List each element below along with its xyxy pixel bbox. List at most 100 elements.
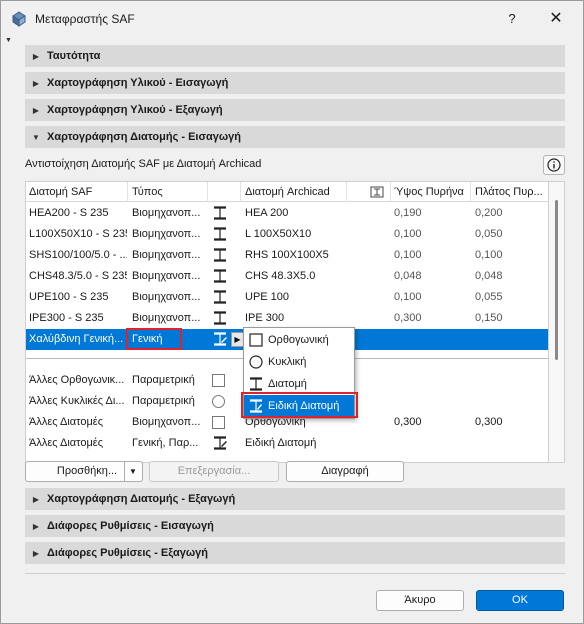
table-row[interactable]: Άλλες Διατομές Γενική, Παρ... Ειδική Δια… xyxy=(26,433,548,454)
type-cell: Βιομηχανοπ... xyxy=(132,207,201,219)
section-label: Ταυτότητα xyxy=(47,50,101,62)
edit-button[interactable]: Επεξεργασία... xyxy=(149,461,279,482)
core-width-cell: 0,100 xyxy=(475,249,503,261)
section-label: Διάφορες Ρυθμίσεις - Εξαγωγή xyxy=(47,547,208,559)
table-row[interactable]: L100X50X10 - S 235 Βιομηχανοπ... L 100X5… xyxy=(26,224,548,245)
title-bar: Μεταφραστής SAF ? ✕ xyxy=(1,1,583,37)
archicad-profile-cell: L 100X50X10 xyxy=(245,228,312,240)
section-label: Διάφορες Ρυθμίσεις - Εισαγωγή xyxy=(47,520,214,532)
table-row[interactable]: IPE300 - S 235 Βιομηχανοπ... IPE 300 0,3… xyxy=(26,308,548,329)
rectangular-checkbox-icon[interactable] xyxy=(212,374,225,387)
footer-divider xyxy=(25,573,565,574)
type-cell: Βιομηχανοπ... xyxy=(132,291,201,303)
archicad-profile-cell: UPE 100 xyxy=(245,291,290,303)
table-row[interactable]: SHS100/100/5.0 - ... Βιομηχανοπ... RHS 1… xyxy=(26,245,548,266)
scrollbar-thumb[interactable] xyxy=(555,200,558,360)
cancel-button[interactable]: Άκυρο xyxy=(376,590,464,611)
info-icon xyxy=(547,158,561,172)
type-cell: Παραμετρική xyxy=(132,374,195,386)
type-cell: Βιομηχανοπ... xyxy=(132,312,201,324)
section-label: Χαρτογράφηση Διατομής - Εισαγωγή xyxy=(47,131,242,143)
type-cell: Βιομηχανοπ... xyxy=(132,249,201,261)
saf-profile-cell: Χαλύβδινη Γενική... xyxy=(29,333,124,345)
section-label: Χαρτογράφηση Διατομής - Εξαγωγή xyxy=(47,493,236,505)
section-label: Χαρτογράφηση Υλικού - Εξαγωγή xyxy=(47,104,223,116)
core-width-cell: 0,055 xyxy=(475,291,503,303)
saf-profile-cell: Άλλες Ορθογωνικ... xyxy=(29,374,125,386)
core-height-cell: 0,100 xyxy=(394,249,422,261)
section-material-import[interactable]: ▶ Χαρτογράφηση Υλικού - Εισαγωγή xyxy=(25,72,565,94)
saf-profile-cell: UPE100 - S 235 xyxy=(29,291,109,303)
window-title: Μεταφραστής SAF xyxy=(35,12,135,26)
i-beam-icon xyxy=(214,206,226,220)
delete-button[interactable]: Διαγραφή xyxy=(286,461,404,482)
archicad-profile-cell: Ειδική Διατομή xyxy=(245,437,317,449)
chevron-down-icon[interactable]: ▼ xyxy=(129,462,137,481)
special-profile-icon xyxy=(214,436,227,450)
special-profile-icon xyxy=(214,332,227,346)
expand-arrow-icon: ▶ xyxy=(32,494,40,504)
type-highlight-box xyxy=(126,328,182,350)
i-beam-icon xyxy=(214,311,226,325)
col-saf-profile[interactable]: Διατομή SAF xyxy=(29,186,92,198)
popup-item-rectangular[interactable]: Ορθογωνική xyxy=(244,329,354,351)
col-core-height[interactable]: Ύψος Πυρήνα xyxy=(394,186,464,198)
circular-profile-icon[interactable] xyxy=(212,395,225,408)
popup-item-circular[interactable]: Κυκλική xyxy=(244,351,354,373)
i-beam-icon xyxy=(214,269,226,283)
core-height-cell: 0,300 xyxy=(394,416,422,428)
expand-arrow-icon: ▶ xyxy=(32,105,40,115)
section-material-export[interactable]: ▶ Χαρτογράφηση Υλικού - Εξαγωγή xyxy=(25,99,565,121)
core-width-cell: 0,150 xyxy=(475,312,503,324)
section-profile-export[interactable]: ▶ Χαρτογράφηση Διατομής - Εξαγωγή xyxy=(25,488,565,510)
core-height-cell: 0,100 xyxy=(394,228,422,240)
archicad-profile-cell: RHS 100X100X5 xyxy=(245,249,329,261)
profile-mapping-table: Διατομή SAF Τύπος Διατομή Archicad Ύψος … xyxy=(25,181,549,463)
core-width-cell: 0,200 xyxy=(475,207,503,219)
circle-icon xyxy=(249,355,263,369)
table-scrollbar[interactable] xyxy=(549,181,565,463)
popup-item-label: Διατομή xyxy=(268,378,307,390)
archicad-profile-cell: HEA 200 xyxy=(245,207,289,219)
app-icon xyxy=(12,11,26,27)
rectangular-profile-icon[interactable] xyxy=(212,416,225,429)
info-button[interactable] xyxy=(543,155,565,175)
i-beam-icon xyxy=(214,227,226,241)
type-cell: Βιομηχανοπ... xyxy=(132,416,201,428)
type-cell: Παραμετρική xyxy=(132,395,195,407)
add-button[interactable]: Προσθήκη... ▼ xyxy=(25,461,143,482)
table-row[interactable]: CHS48.3/5.0 - S 235 Βιομηχανοπ... CHS 48… xyxy=(26,266,548,287)
i-beam-icon xyxy=(214,290,226,304)
core-width-cell: 0,050 xyxy=(475,228,503,240)
profile-preview-icon xyxy=(370,186,384,198)
ok-button[interactable]: ΟΚ xyxy=(476,590,564,611)
section-misc-import[interactable]: ▶ Διάφορες Ρυθμίσεις - Εισαγωγή xyxy=(25,515,565,537)
core-width-cell: 0,048 xyxy=(475,270,503,282)
col-core-width[interactable]: Πλάτος Πυρ... xyxy=(475,186,543,198)
table-row[interactable]: UPE100 - S 235 Βιομηχανοπ... UPE 100 0,1… xyxy=(26,287,548,308)
saf-profile-cell: SHS100/100/5.0 - ... xyxy=(29,249,127,261)
collapse-arrow-icon[interactable]: ▼ xyxy=(5,37,12,44)
popup-item-label: Κυκλική xyxy=(268,356,307,368)
expand-arrow-icon: ▶ xyxy=(32,548,40,558)
section-label: Χαρτογράφηση Υλικού - Εισαγωγή xyxy=(47,77,229,89)
section-misc-export[interactable]: ▶ Διάφορες Ρυθμίσεις - Εξαγωγή xyxy=(25,542,565,564)
section-identity[interactable]: ▶ Ταυτότητα xyxy=(25,45,565,67)
i-beam-icon xyxy=(214,248,226,262)
table-row[interactable]: HEA200 - S 235 Βιομηχανοπ... HEA 200 0,1… xyxy=(26,203,548,224)
saf-profile-cell: L100X50X10 - S 235 xyxy=(29,228,127,240)
saf-profile-cell: IPE300 - S 235 xyxy=(29,312,104,324)
saf-translator-dialog: Μεταφραστής SAF ? ✕ ▼ ▶ Ταυτότητα ▶ Χαρτ… xyxy=(0,0,584,624)
col-type[interactable]: Τύπος xyxy=(132,186,163,198)
section-profile-import[interactable]: ▼ Χαρτογράφηση Διατομής - Εισαγωγή xyxy=(25,126,565,148)
help-button[interactable]: ? xyxy=(501,8,523,30)
core-height-cell: 0,100 xyxy=(394,291,422,303)
col-archicad-profile[interactable]: Διατομή Archicad xyxy=(245,186,330,198)
core-width-cell: 0,300 xyxy=(475,416,503,428)
saf-profile-cell: Άλλες Διατομές xyxy=(29,416,103,428)
collapse-arrow-icon: ▼ xyxy=(32,132,40,142)
archicad-profile-cell: IPE 300 xyxy=(245,312,285,324)
core-height-cell: 0,190 xyxy=(394,207,422,219)
expand-arrow-icon: ▶ xyxy=(32,51,40,61)
close-button[interactable]: ✕ xyxy=(545,8,567,30)
